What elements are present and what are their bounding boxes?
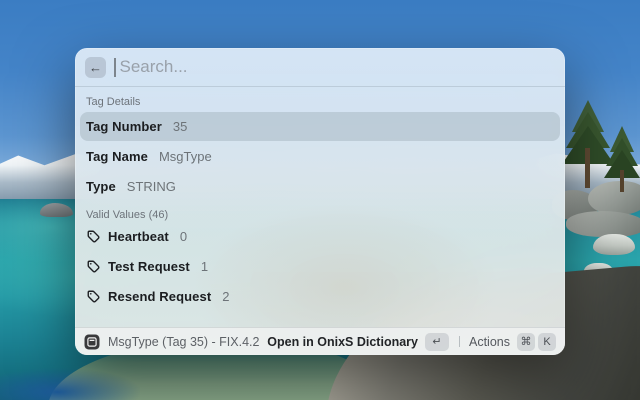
- row-label: Heartbeat: [108, 229, 169, 244]
- actions-label: Actions: [469, 334, 510, 349]
- row-valid-value-heartbeat[interactable]: Heartbeat 0: [80, 222, 560, 251]
- back-arrow-icon: ←: [89, 59, 102, 75]
- row-label: Test Request: [108, 259, 190, 274]
- tag-icon: [86, 289, 101, 304]
- results-list: Tag Details Tag Number 35 Tag Name MsgTy…: [75, 96, 565, 311]
- back-button[interactable]: ←: [85, 56, 106, 78]
- row-tag-name[interactable]: Tag Name MsgType: [80, 142, 560, 171]
- tag-icon: [86, 259, 101, 274]
- row-value: STRING: [126, 179, 176, 194]
- search-bar: ←: [75, 48, 565, 86]
- section-header-valid-values: Valid Values (46): [86, 209, 169, 221]
- context-title: MsgType (Tag 35) - FIX.4.2: [108, 334, 260, 349]
- row-value: 0: [179, 229, 188, 244]
- status-bar-context: MsgType (Tag 35) - FIX.4.2: [84, 334, 259, 350]
- k-key-icon: K: [538, 332, 556, 351]
- row-label: Tag Number: [86, 119, 162, 134]
- row-value: MsgType: [158, 149, 212, 164]
- row-valid-value-test-request[interactable]: Test Request 1: [80, 252, 560, 281]
- row-label: Type: [86, 179, 116, 194]
- primary-action-label: Open in OnixS Dictionary: [267, 334, 418, 349]
- status-bar-actions: Open in OnixS Dictionary ↵ Actions ⌘ K: [267, 332, 556, 351]
- status-bar: MsgType (Tag 35) - FIX.4.2 Open in OnixS…: [75, 327, 565, 355]
- primary-action-button[interactable]: Open in OnixS Dictionary ↵: [267, 332, 449, 351]
- desktop: ← Tag Details Tag Number 35 Tag Name Msg…: [0, 0, 640, 400]
- wallpaper-deep-water: [0, 368, 140, 400]
- text-caret: [114, 57, 116, 77]
- row-valid-value-resend-request[interactable]: Resend Request 2: [80, 282, 560, 311]
- divider: [459, 336, 460, 347]
- wallpaper-pine-trees: [562, 100, 640, 192]
- command-key-icon: ⌘: [517, 332, 535, 351]
- enter-key-icon: ↵: [425, 332, 449, 351]
- row-value: 1: [200, 259, 209, 274]
- search-input[interactable]: [117, 56, 555, 78]
- row-type[interactable]: Type STRING: [80, 172, 560, 201]
- row-tag-number[interactable]: Tag Number 35: [80, 112, 560, 141]
- row-label: Tag Name: [86, 149, 148, 164]
- row-label: Resend Request: [108, 289, 212, 304]
- wallpaper-shore-rock: [566, 211, 640, 237]
- section-header-tag-details: Tag Details: [86, 96, 141, 108]
- wallpaper-white-boulder: [593, 234, 635, 255]
- extension-icon: [84, 334, 100, 349]
- row-value: 2: [222, 289, 230, 304]
- tag-icon: [86, 229, 101, 244]
- row-value: 35: [172, 119, 188, 134]
- launcher-window: ← Tag Details Tag Number 35 Tag Name Msg…: [75, 48, 565, 355]
- divider: [75, 86, 565, 87]
- actions-menu-button[interactable]: Actions ⌘ K: [469, 332, 556, 351]
